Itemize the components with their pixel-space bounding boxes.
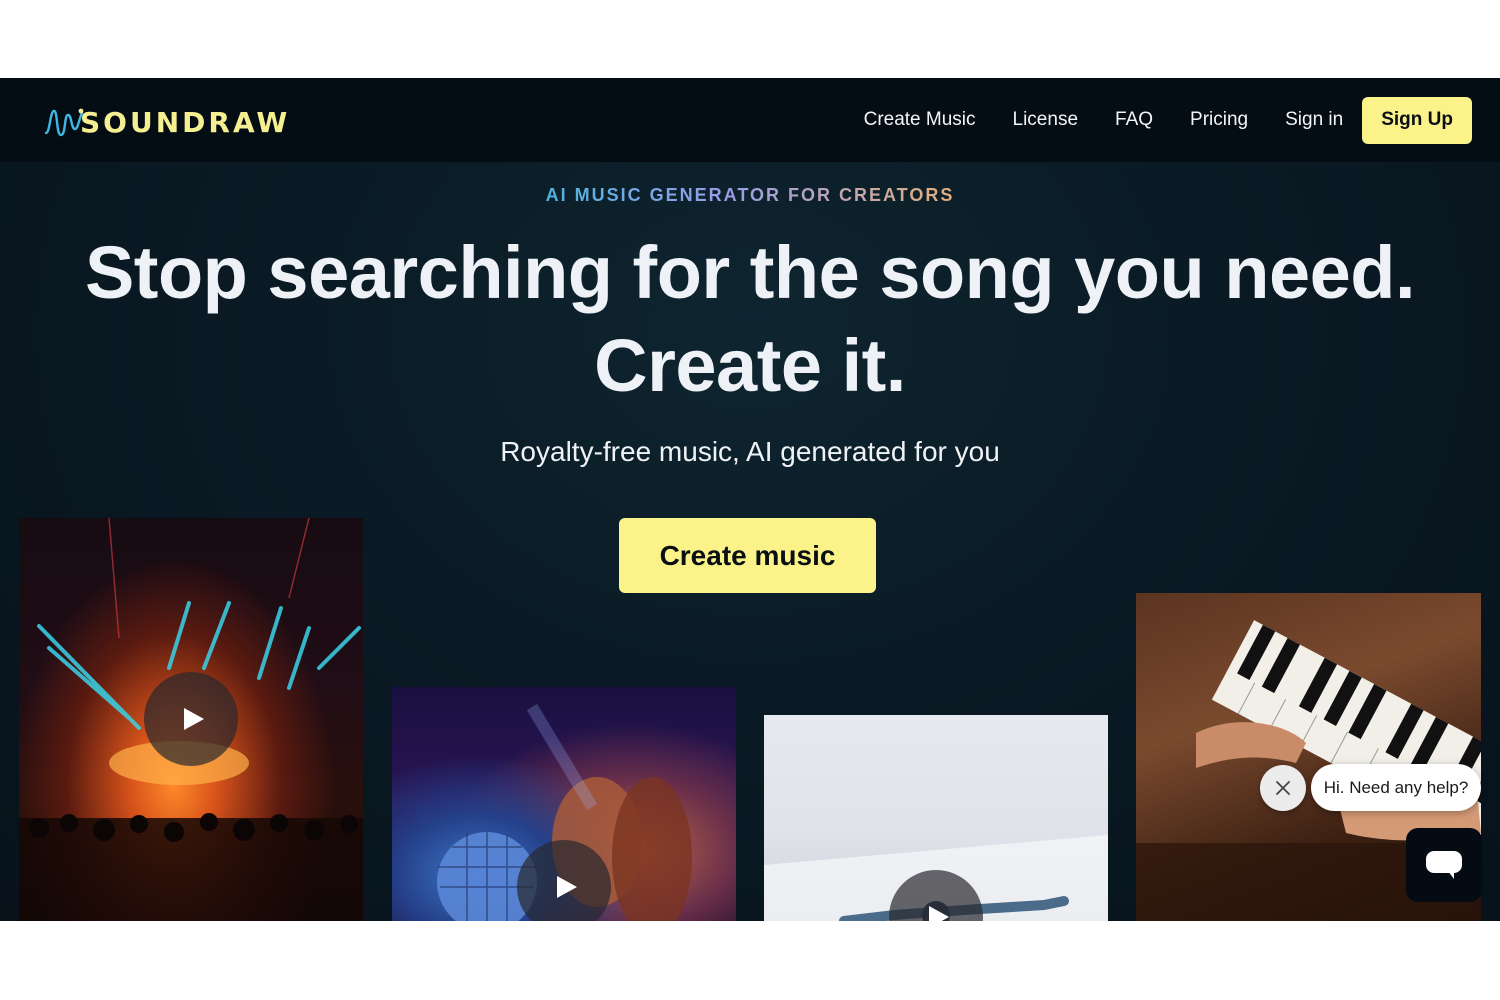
page-frame: SOUNDRAW Create Music License FAQ Pricin… [0, 78, 1500, 921]
play-button[interactable] [144, 672, 238, 766]
create-music-button[interactable]: Create music [619, 518, 876, 593]
nav-faq[interactable]: FAQ [1115, 109, 1153, 131]
headline-line-2: Create it. [594, 324, 906, 407]
play-icon [929, 906, 949, 921]
logo[interactable]: SOUNDRAW [44, 104, 290, 140]
chat-greeting-bubble[interactable]: Hi. Need any help? [1311, 764, 1481, 811]
nav-sign-in[interactable]: Sign in [1285, 109, 1343, 131]
nav-pricing[interactable]: Pricing [1190, 109, 1248, 131]
hero-eyebrow-text: AI MUSIC GENERATOR FOR CREATORS [545, 185, 955, 205]
concert-lights-video[interactable] [19, 518, 363, 921]
disco-ball-video[interactable] [392, 687, 736, 921]
play-icon [184, 708, 204, 730]
chat-close-button[interactable] [1260, 765, 1306, 811]
logo-wordmark: SOUNDRAW [80, 105, 291, 139]
headline-line-1: Stop searching for the song you need. [84, 231, 1416, 314]
top-nav: SOUNDRAW Create Music License FAQ Pricin… [0, 78, 1500, 162]
chat-icon [1426, 851, 1462, 879]
nav-links: Create Music License FAQ Pricing Sign in… [864, 96, 1472, 144]
nav-license[interactable]: License [1013, 109, 1079, 131]
close-icon [1276, 781, 1290, 795]
nav-create-music[interactable]: Create Music [864, 109, 976, 131]
play-icon [557, 876, 577, 898]
waveform-logo-icon [44, 108, 84, 137]
sign-up-button[interactable]: Sign Up [1362, 96, 1472, 144]
hero-eyebrow: AI MUSIC GENERATOR FOR CREATORS [0, 185, 1500, 206]
chat-launcher-button[interactable] [1406, 828, 1482, 902]
hero-headline: Stop searching for the song you need. Cr… [0, 226, 1500, 412]
hero-subhead: Royalty-free music, AI generated for you [500, 436, 1000, 467]
dancer-video[interactable] [764, 715, 1108, 921]
